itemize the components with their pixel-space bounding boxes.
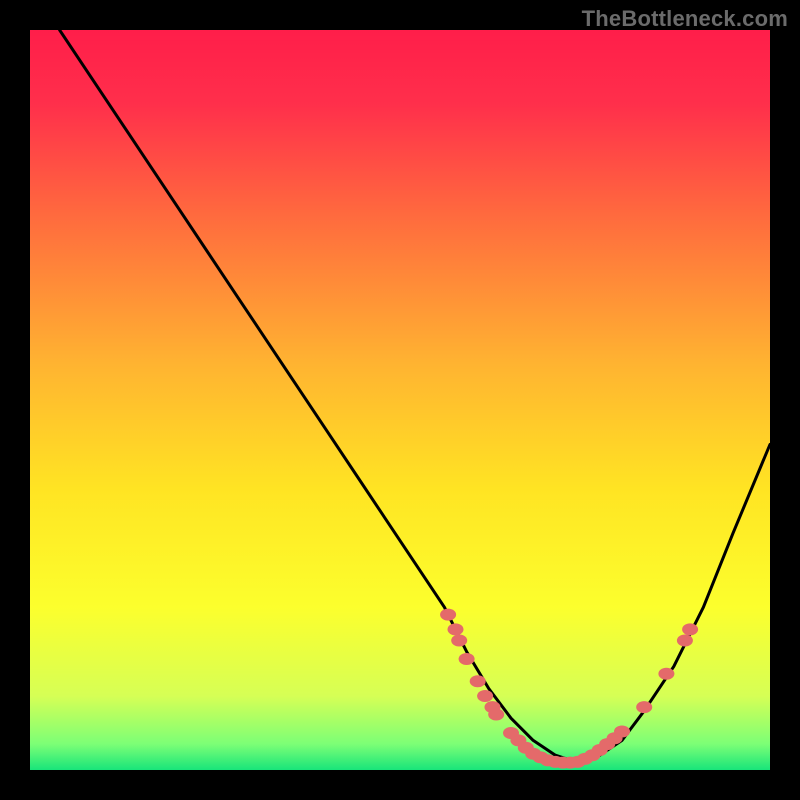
data-marker	[451, 635, 467, 647]
data-marker	[488, 709, 504, 721]
data-marker	[682, 623, 698, 635]
chart-frame: TheBottleneck.com	[0, 0, 800, 800]
data-marker	[448, 623, 464, 635]
data-marker	[477, 690, 493, 702]
watermark-text: TheBottleneck.com	[582, 6, 788, 32]
data-marker	[658, 668, 674, 680]
data-marker	[614, 726, 630, 738]
data-marker	[470, 675, 486, 687]
data-marker	[440, 609, 456, 621]
data-marker	[459, 653, 475, 665]
plot-area	[30, 30, 770, 770]
data-marker	[636, 701, 652, 713]
bottleneck-curve	[30, 30, 770, 770]
data-marker	[677, 635, 693, 647]
